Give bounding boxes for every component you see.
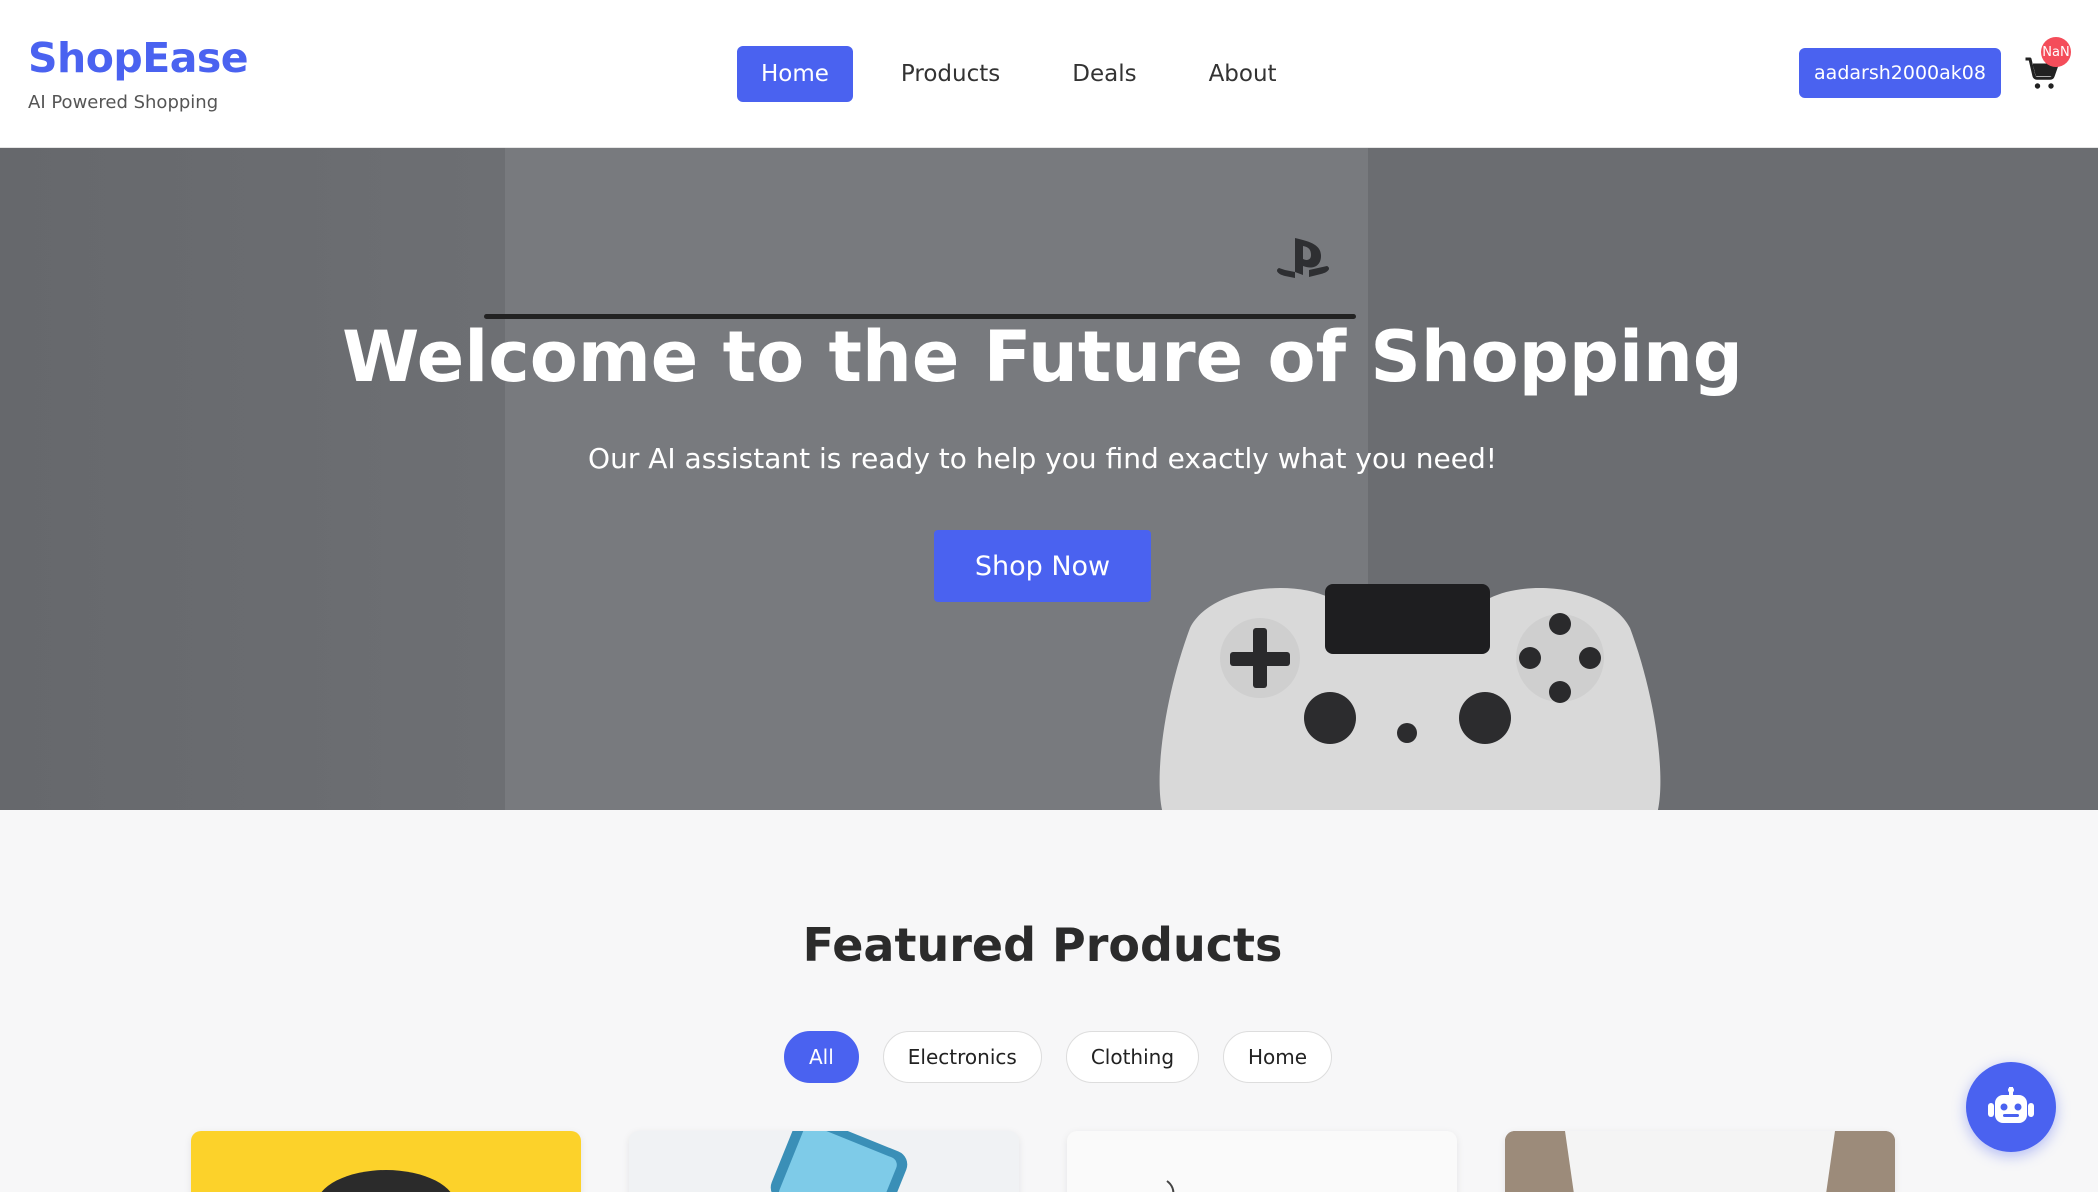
brand-tagline: AI Powered Shopping [28,92,219,113]
hero-title: Welcome to the Future of Shopping [342,316,1743,398]
filter-clothing[interactable]: Clothing [1065,1031,1200,1083]
nav-home[interactable]: Home [737,46,853,102]
product-image [321,1170,451,1192]
shop-now-button[interactable]: Shop Now [934,530,1151,602]
ai-assistant-button[interactable] [1966,1062,2056,1152]
nav-about[interactable]: About [1185,46,1301,102]
site-header: ShopEase AI Powered Shopping Home Produc… [0,0,2098,148]
robot-icon [1988,1087,2034,1123]
product-card[interactable] [1505,1131,1895,1192]
brand[interactable]: ShopEase AI Powered Shopping [28,34,249,113]
playstation-logo-icon [1275,236,1331,290]
product-card[interactable] [629,1131,1019,1192]
filter-electronics[interactable]: Electronics [882,1031,1042,1083]
filter-home[interactable]: Home [1223,1031,1333,1083]
product-card[interactable] [1067,1131,1457,1192]
hero-banner: Welcome to the Future of Shopping Our AI… [0,148,2098,810]
product-image [770,1131,908,1192]
category-filters: All Electronics Clothing Home [784,1031,1356,1083]
product-image [1166,1180,1175,1192]
main-nav: Home Products Deals About [737,46,1325,102]
featured-products-title: Featured Products [802,918,1283,972]
brand-name[interactable]: ShopEase [28,34,249,82]
nav-products[interactable]: Products [877,46,1024,102]
product-image [1505,1131,1895,1192]
user-account-button[interactable]: aadarsh2000ak08 [1799,48,2001,98]
hero-subtitle: Our AI assistant is ready to help you fi… [588,442,1497,475]
filter-all[interactable]: All [784,1031,859,1083]
cart-count-badge: NaN [2041,37,2071,67]
nav-deals[interactable]: Deals [1048,46,1160,102]
product-card[interactable] [191,1131,581,1192]
game-controller-image [1159,584,1661,810]
product-grid [191,1131,1943,1192]
